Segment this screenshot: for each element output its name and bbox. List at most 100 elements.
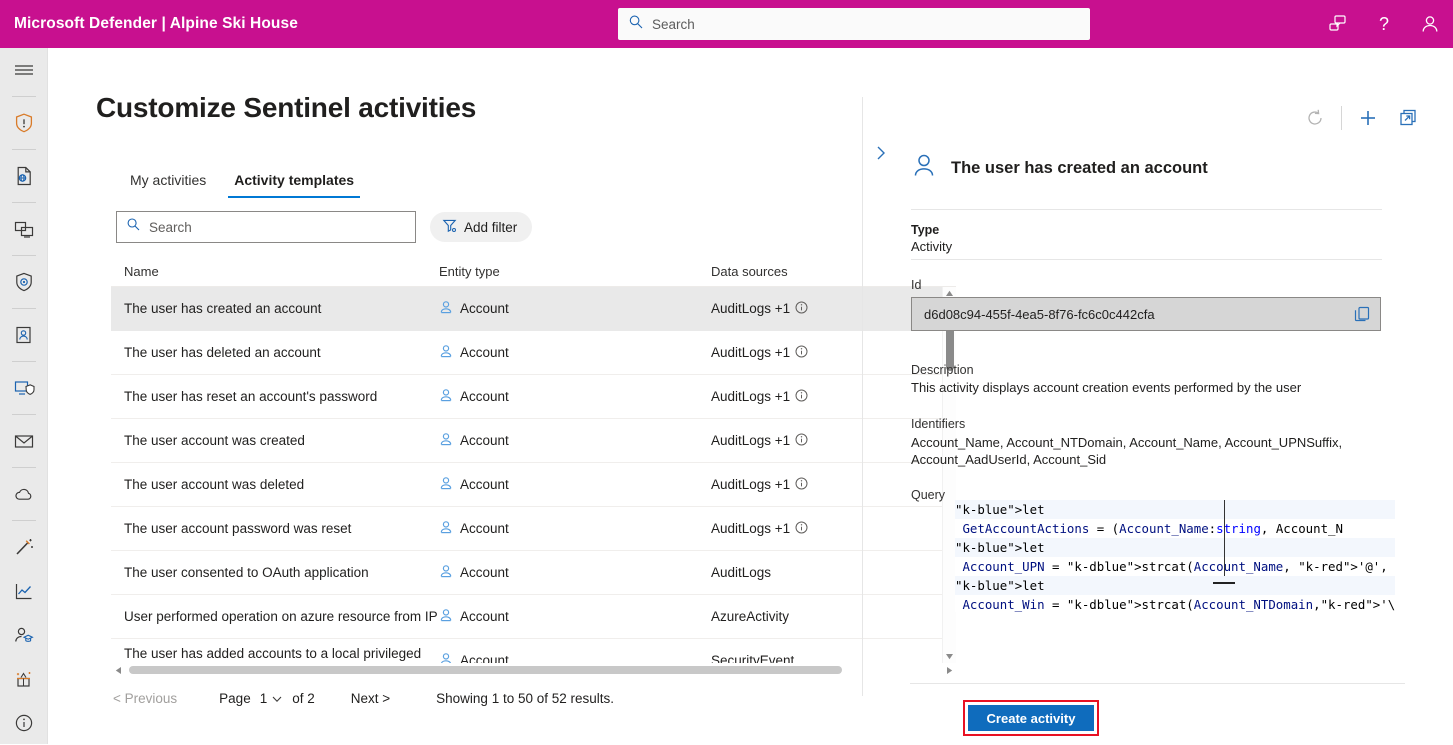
- page-title: Customize Sentinel activities: [96, 92, 476, 124]
- info-icon[interactable]: [0, 701, 48, 745]
- search-icon: [126, 217, 141, 237]
- whats-new-icon[interactable]: [0, 657, 48, 701]
- row-entity-label: Account: [460, 301, 509, 316]
- account-icon: [439, 564, 453, 582]
- page-number-value: 1: [260, 691, 268, 706]
- table-header-row: Name Entity type Data sources: [111, 257, 956, 287]
- incidents-shield-icon[interactable]: [0, 101, 48, 145]
- account-icon[interactable]: [1407, 0, 1453, 48]
- next-page-button[interactable]: Next >: [351, 691, 390, 706]
- search-input[interactable]: Search: [116, 211, 416, 243]
- tab-bar: My activities Activity templates: [116, 166, 956, 198]
- row-name: User performed operation on azure resour…: [124, 609, 439, 624]
- expand-panel-button[interactable]: [873, 145, 889, 166]
- table-row[interactable]: The user account was deletedAccountAudit…: [111, 463, 956, 507]
- id-value: d6d08c94-455f-4ea5-8f76-fc6c0c442cfa: [924, 307, 1155, 322]
- id-value-box[interactable]: d6d08c94-455f-4ea5-8f76-fc6c0c442cfa: [911, 297, 1381, 331]
- type-value: Activity: [911, 239, 1381, 254]
- scrollbar-thumb-horizontal[interactable]: [129, 666, 842, 674]
- tab-activity-templates[interactable]: Activity templates: [220, 166, 368, 198]
- description-value: This activity displays account creation …: [911, 380, 1381, 395]
- table-horizontal-scrollbar[interactable]: [111, 663, 956, 677]
- row-entity-label: Account: [460, 521, 509, 536]
- description-label: Description: [911, 363, 1381, 377]
- id-label: Id: [911, 278, 1381, 292]
- details-identifiers-section: Identifiers Account_Name, Account_NTDoma…: [911, 417, 1381, 468]
- row-entity-type: Account: [439, 388, 711, 406]
- row-data-source-label: AzureActivity: [711, 609, 789, 624]
- hunting-file-icon[interactable]: [0, 154, 48, 198]
- code-caret-underline: [1213, 582, 1235, 584]
- chevron-down-icon[interactable]: [271, 693, 283, 705]
- account-icon: [439, 300, 453, 318]
- row-name: The user has reset an account's password: [124, 389, 439, 404]
- type-label: Type: [911, 223, 1381, 237]
- info-icon[interactable]: [795, 433, 808, 449]
- rail-divider: [12, 96, 36, 97]
- info-icon[interactable]: [795, 477, 808, 493]
- row-data-source-label: AuditLogs +1: [711, 301, 790, 316]
- account-icon: [439, 520, 453, 538]
- help-icon[interactable]: ?: [1361, 0, 1407, 48]
- info-icon[interactable]: [795, 301, 808, 317]
- page-label: Page: [219, 691, 251, 706]
- tab-my-activities[interactable]: My activities: [116, 166, 220, 198]
- row-entity-label: Account: [460, 477, 509, 492]
- table-row[interactable]: The user has deleted an accountAccountAu…: [111, 331, 956, 375]
- code-caret: [1224, 500, 1225, 576]
- table-row[interactable]: User performed operation on azure resour…: [111, 595, 956, 639]
- table-row[interactable]: The user has created an accountAccountAu…: [111, 287, 956, 331]
- pagination-bar: < Previous Page 1 of 2 Next > Showing 1 …: [113, 691, 956, 706]
- details-description-section: Description This activity displays accou…: [911, 363, 1381, 395]
- global-search-input[interactable]: Search: [618, 8, 1090, 40]
- info-icon[interactable]: [795, 345, 808, 361]
- reports-chart-icon[interactable]: [0, 569, 48, 613]
- search-icon: [628, 14, 644, 35]
- threat-analytics-icon[interactable]: [0, 260, 48, 304]
- column-header-entity-type[interactable]: Entity type: [439, 264, 711, 279]
- identifiers-value: Account_Name, Account_NTDomain, Account_…: [911, 434, 1381, 468]
- svg-text:?: ?: [1379, 14, 1389, 34]
- row-name: The user account was created: [124, 433, 439, 448]
- table-row[interactable]: The user account was createdAccountAudit…: [111, 419, 956, 463]
- info-icon[interactable]: [795, 389, 808, 405]
- actions-devices-icon[interactable]: [0, 207, 48, 251]
- column-header-name[interactable]: Name: [124, 264, 439, 279]
- cloud-icon[interactable]: [0, 472, 48, 516]
- create-activity-button[interactable]: Create activity: [968, 705, 1094, 731]
- account-icon: [439, 344, 453, 362]
- row-entity-type: Account: [439, 608, 711, 626]
- feedback-icon[interactable]: [1315, 0, 1361, 48]
- row-entity-type: Account: [439, 476, 711, 494]
- info-icon[interactable]: [795, 521, 808, 537]
- row-data-source-label: AuditLogs +1: [711, 389, 790, 404]
- top-navigation-bar: Microsoft Defender | Alpine Ski House Se…: [0, 0, 1453, 48]
- query-code-editor[interactable]: "k-blue">let GetAccountActions = (Accoun…: [955, 500, 1395, 612]
- previous-page-button[interactable]: < Previous: [113, 691, 177, 706]
- email-icon[interactable]: [0, 419, 48, 463]
- rail-divider: [12, 467, 36, 468]
- table-row[interactable]: The user account password was resetAccou…: [111, 507, 956, 551]
- scroll-left-arrow[interactable]: [111, 666, 125, 675]
- global-search-placeholder: Search: [652, 17, 695, 32]
- secure-score-icon[interactable]: [0, 313, 48, 357]
- rail-divider: [12, 520, 36, 521]
- add-filter-button[interactable]: Add filter: [430, 212, 532, 242]
- learning-hub-icon[interactable]: [0, 613, 48, 657]
- search-placeholder: Search: [149, 220, 192, 235]
- hamburger-menu-icon[interactable]: [0, 48, 48, 92]
- global-search-container[interactable]: Search: [618, 8, 1090, 40]
- table-row[interactable]: The user has added accounts to a local p…: [111, 639, 956, 663]
- magic-wand-icon[interactable]: [0, 525, 48, 569]
- copy-icon[interactable]: [1353, 305, 1371, 323]
- row-name: The user consented to OAuth application: [124, 565, 439, 580]
- scrollbar-track-horizontal[interactable]: [125, 663, 942, 677]
- table-row[interactable]: The user has reset an account's password…: [111, 375, 956, 419]
- filter-icon: [442, 218, 457, 236]
- device-shield-icon[interactable]: [0, 366, 48, 410]
- details-divider-top: [911, 209, 1382, 210]
- table-row[interactable]: The user consented to OAuth applicationA…: [111, 551, 956, 595]
- add-filter-label: Add filter: [464, 220, 517, 235]
- details-type-section: Type Activity: [911, 223, 1381, 254]
- activity-list-panel: My activities Activity templates Search …: [96, 166, 956, 736]
